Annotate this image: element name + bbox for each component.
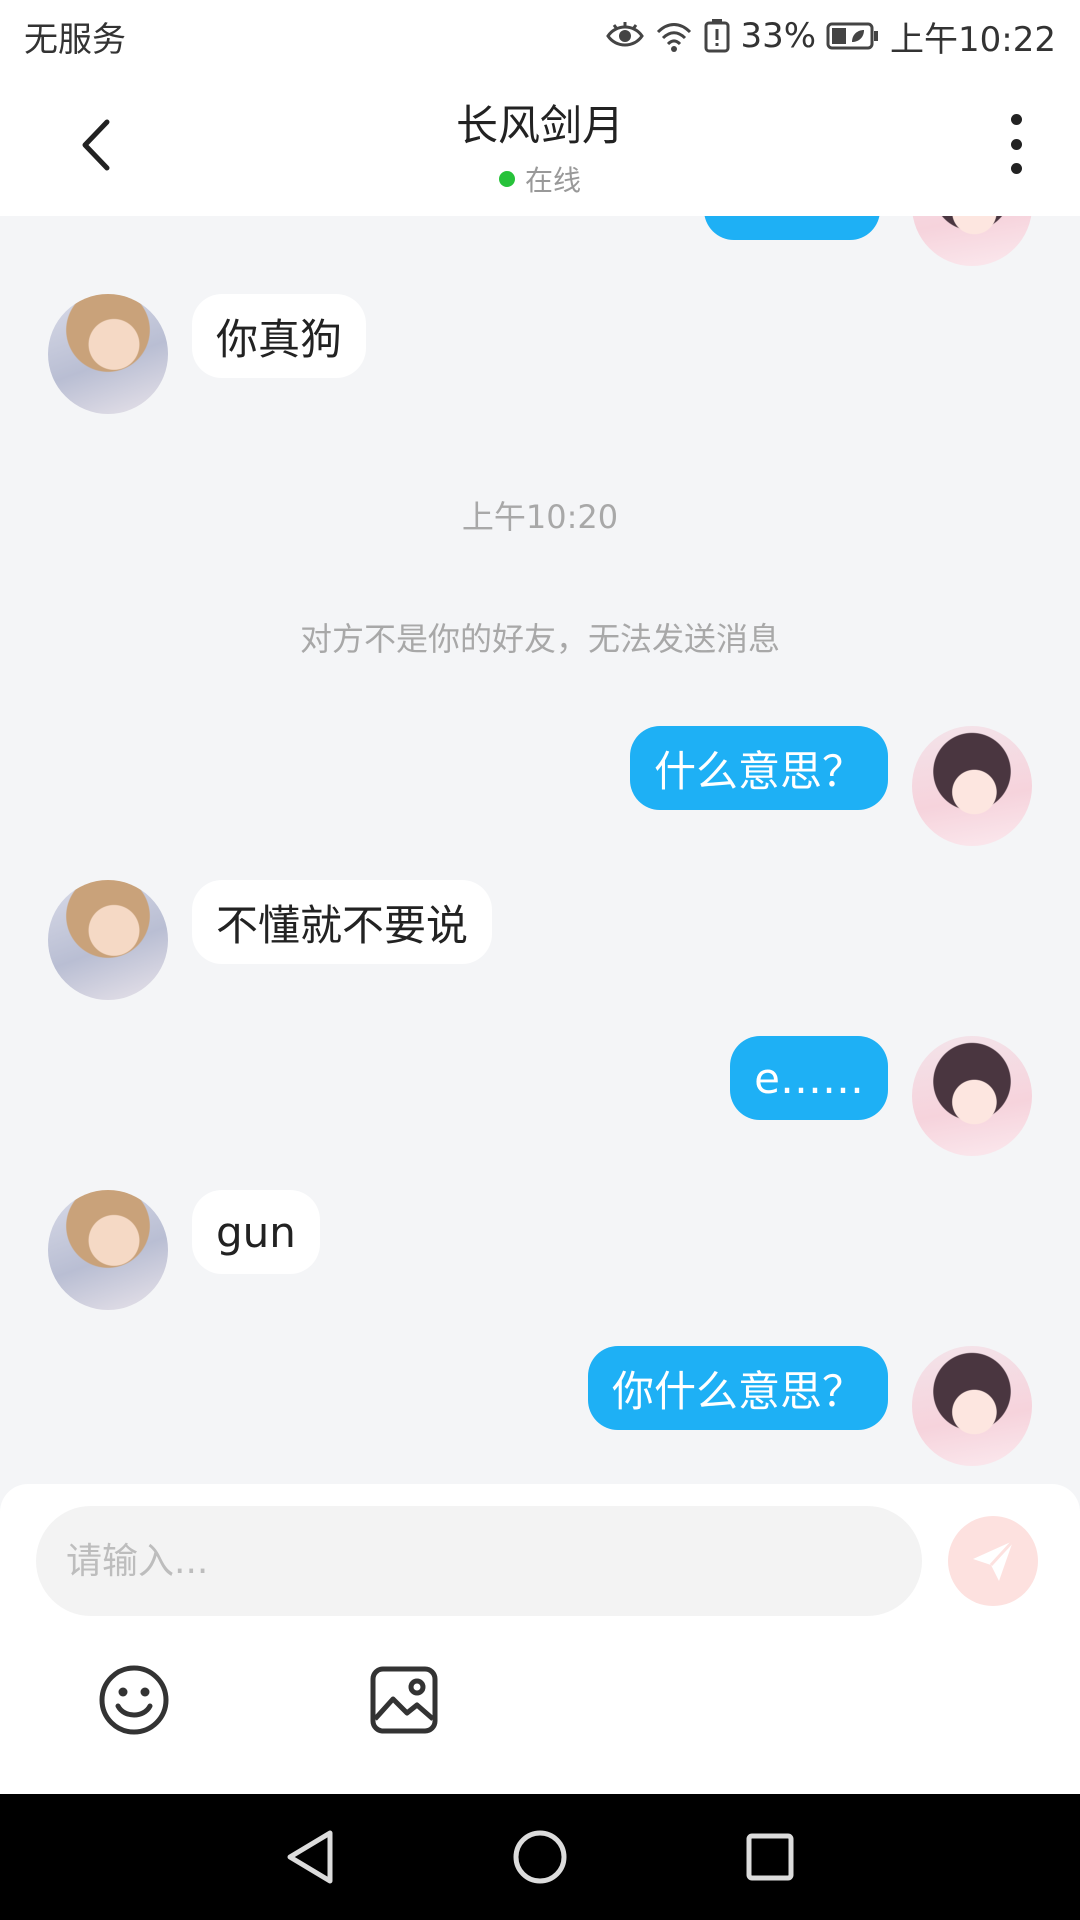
image-button[interactable] bbox=[368, 1664, 440, 1736]
smiley-icon bbox=[99, 1665, 169, 1735]
battery-percent: 33% bbox=[740, 16, 817, 56]
message-bubble-sent[interactable]: e…… bbox=[730, 1036, 888, 1120]
clock: 上午10:22 bbox=[890, 19, 1056, 60]
nav-home-button[interactable] bbox=[510, 1827, 570, 1887]
self-avatar[interactable] bbox=[912, 726, 1032, 846]
contact-avatar[interactable] bbox=[48, 1190, 168, 1310]
message-timestamp: 上午10:20 bbox=[461, 498, 619, 536]
chat-messages[interactable]: 你真狗 上午10:20 对方不是你的好友，无法发送消息 什么意思？ 不懂就不要说… bbox=[0, 216, 1080, 1484]
input-panel bbox=[0, 1484, 1080, 1794]
image-icon bbox=[370, 1666, 438, 1734]
self-avatar[interactable] bbox=[912, 1036, 1032, 1156]
message-bubble-received[interactable]: 你真狗 bbox=[192, 294, 367, 378]
contact-avatar[interactable] bbox=[48, 294, 168, 414]
status-bar: 无服务 33% 上午10:22 bbox=[0, 0, 1080, 72]
status-indicators: 33% 上午10:22 bbox=[606, 12, 1056, 61]
nav-recents-button[interactable] bbox=[740, 1827, 800, 1887]
more-dot-icon bbox=[1010, 163, 1022, 174]
online-status: 在线 bbox=[0, 159, 1080, 199]
nav-recents-icon bbox=[746, 1833, 794, 1881]
chat-header: 长风剑月 在线 bbox=[0, 72, 1080, 216]
eye-icon bbox=[606, 21, 645, 51]
contact-avatar[interactable] bbox=[48, 880, 168, 1000]
more-dot-icon bbox=[1010, 114, 1022, 125]
online-status-label: 在线 bbox=[524, 164, 581, 197]
wifi-icon bbox=[654, 20, 694, 52]
message-input[interactable] bbox=[36, 1506, 922, 1616]
partial-message-bubble bbox=[704, 216, 880, 240]
self-avatar[interactable] bbox=[912, 1346, 1032, 1466]
message-bubble-sent[interactable]: 什么意思？ bbox=[629, 726, 888, 810]
message-bubble-sent[interactable]: 你什么意思？ bbox=[587, 1346, 888, 1430]
more-options-button[interactable] bbox=[996, 114, 1036, 174]
send-button[interactable] bbox=[948, 1516, 1038, 1606]
self-avatar[interactable] bbox=[912, 216, 1032, 266]
system-nav-bar bbox=[0, 1794, 1080, 1920]
nav-back-icon bbox=[287, 1830, 333, 1884]
send-icon bbox=[973, 1539, 1015, 1581]
battery-icon bbox=[826, 22, 880, 50]
battery-alert-icon bbox=[704, 19, 730, 53]
system-notice: 对方不是你的好友，无法发送消息 bbox=[299, 620, 780, 658]
nav-home-icon bbox=[513, 1830, 567, 1884]
message-bubble-received[interactable]: gun bbox=[192, 1190, 320, 1274]
more-dot-icon bbox=[1010, 138, 1022, 150]
carrier-label: 无服务 bbox=[24, 19, 126, 60]
message-bubble-received[interactable]: 不懂就不要说 bbox=[192, 880, 493, 964]
nav-back-button[interactable] bbox=[280, 1827, 340, 1887]
contact-name: 长风剑月 bbox=[455, 101, 624, 150]
contact-info: 长风剑月 在线 bbox=[0, 92, 1080, 199]
emoji-button[interactable] bbox=[98, 1664, 170, 1736]
online-dot-icon bbox=[498, 171, 515, 187]
